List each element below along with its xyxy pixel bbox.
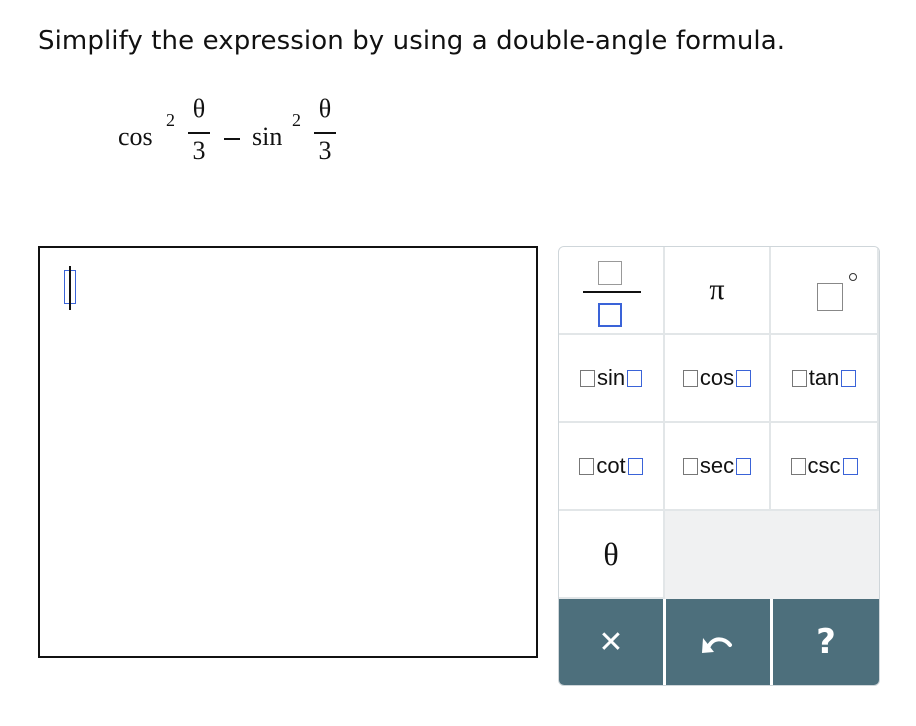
- argument-placeholder-icon: [842, 457, 858, 475]
- degree-placeholder-icon: [817, 283, 843, 311]
- argument-placeholder-icon: [627, 369, 643, 387]
- denominator-placeholder-icon: [598, 303, 622, 327]
- pi-key[interactable]: π: [665, 247, 771, 335]
- cos-label: cos: [699, 365, 735, 390]
- sec-label: sec: [699, 453, 735, 478]
- fraction-1-bar: [188, 132, 210, 134]
- theta-key[interactable]: θ: [559, 511, 665, 599]
- fraction-key[interactable]: [559, 247, 665, 335]
- argument-placeholder-icon: [736, 457, 752, 475]
- cos-key[interactable]: cos: [665, 335, 771, 423]
- undo-icon: [702, 637, 732, 653]
- minus-sign: [224, 138, 240, 140]
- left-placeholder-icon: [682, 369, 698, 387]
- clear-button[interactable]: ✕: [559, 599, 663, 685]
- left-placeholder-icon: [579, 369, 595, 387]
- sin-function: sin: [252, 122, 283, 151]
- argument-placeholder-icon: [736, 369, 752, 387]
- answer-input-box[interactable]: [38, 246, 538, 658]
- keypad-action-bar: ✕ ?: [559, 599, 879, 685]
- tan-key[interactable]: tan: [771, 335, 879, 423]
- theta-symbol: θ: [603, 535, 619, 572]
- argument-placeholder-icon: [627, 457, 643, 475]
- help-button[interactable]: ?: [773, 599, 879, 685]
- help-icon: ?: [816, 622, 836, 662]
- left-placeholder-icon: [790, 457, 806, 475]
- fraction-2-bar: [314, 132, 336, 134]
- degree-symbol-icon: [849, 273, 857, 281]
- left-placeholder-icon: [682, 457, 698, 475]
- sin-key[interactable]: sin: [559, 335, 665, 423]
- fraction-2-numerator: θ: [318, 94, 332, 123]
- cos-exponent: 2: [166, 110, 175, 130]
- sin-exponent: 2: [292, 110, 301, 130]
- cos-function: cos: [118, 122, 153, 151]
- numerator-placeholder-icon: [598, 261, 622, 285]
- csc-key[interactable]: csc: [771, 423, 879, 511]
- degree-key[interactable]: [771, 247, 879, 335]
- csc-label: csc: [807, 453, 841, 478]
- fraction-1-denominator: 3: [192, 136, 206, 165]
- argument-placeholder-icon: [841, 369, 857, 387]
- cot-key[interactable]: cot: [559, 423, 665, 511]
- sin-label: sin: [596, 365, 626, 390]
- cot-label: cot: [596, 453, 626, 478]
- undo-button[interactable]: [666, 599, 770, 685]
- close-icon: ✕: [598, 624, 624, 660]
- text-cursor: [64, 266, 78, 310]
- tan-label: tan: [808, 365, 840, 390]
- math-keypad: π sin cos tan cot sec csc θ ✕ ?: [558, 246, 880, 686]
- fraction-2-denominator: 3: [318, 136, 332, 165]
- question-prompt: Simplify the expression by using a doubl…: [38, 26, 786, 56]
- left-placeholder-icon: [579, 457, 595, 475]
- left-placeholder-icon: [791, 369, 807, 387]
- pi-symbol: π: [709, 273, 725, 306]
- fraction-bar-icon: [583, 291, 641, 293]
- sec-key[interactable]: sec: [665, 423, 771, 511]
- fraction-1-numerator: θ: [192, 94, 206, 123]
- cursor-line: [69, 266, 71, 310]
